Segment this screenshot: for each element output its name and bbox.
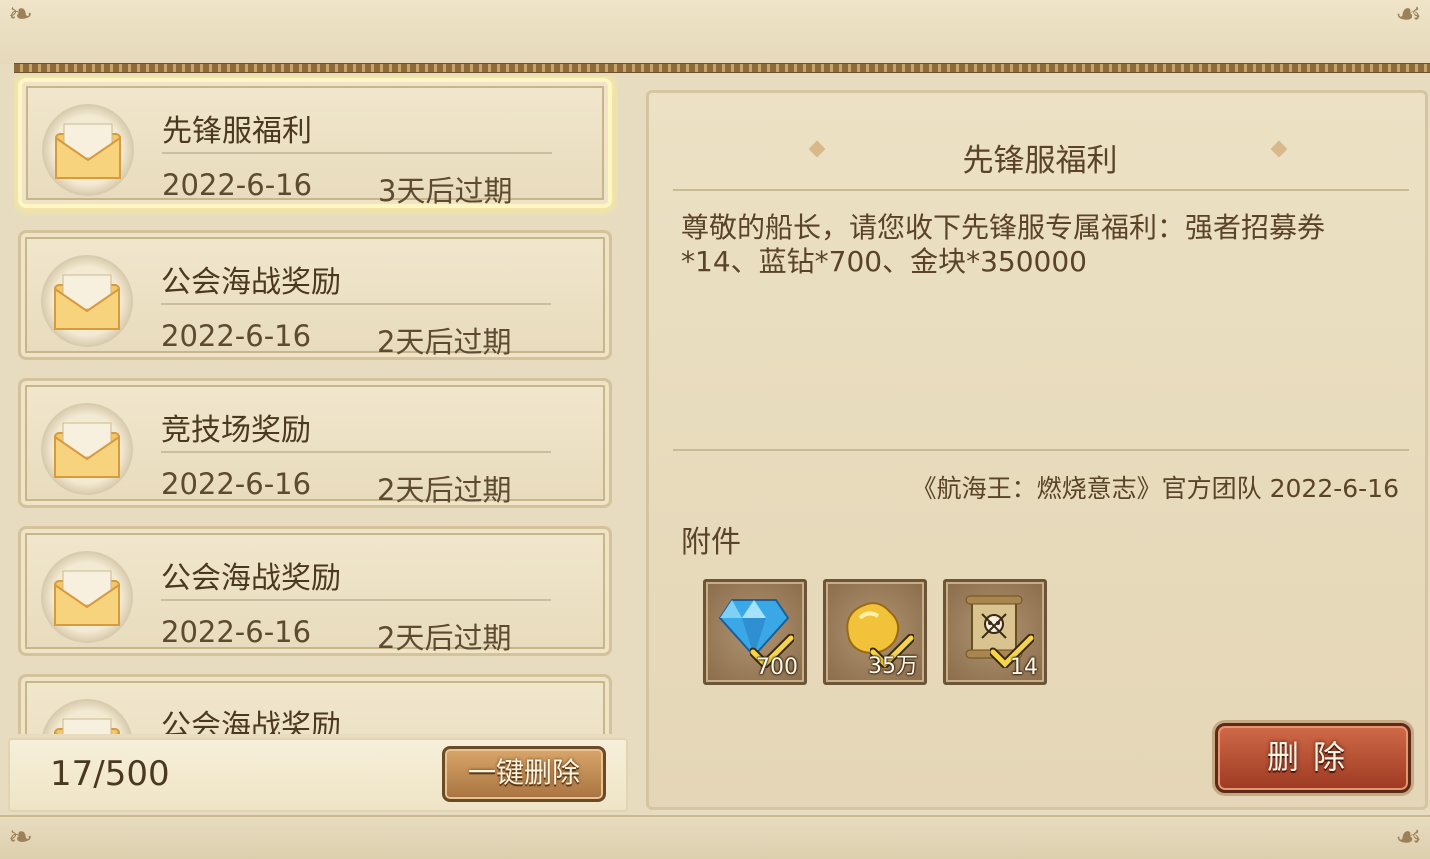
mail-item[interactable]: 先锋服福利 2022-6-16 3天后过期: [18, 78, 612, 208]
attachment-quantity: 700: [756, 655, 798, 680]
detail-divider: [673, 449, 1409, 451]
corner-ornament-icon: ☙: [1395, 820, 1422, 855]
mail-expire: 2天后过期: [377, 621, 512, 655]
attachment-slot[interactable]: 700: [703, 579, 807, 685]
mail-date: 2022-6-16: [161, 467, 312, 501]
corner-ornament-icon: ❧: [8, 820, 34, 855]
mail-item[interactable]: 公会海战奖励: [18, 674, 612, 734]
mail-title: 竞技场奖励: [161, 413, 311, 448]
top-frame: [0, 0, 1430, 64]
detail-divider: [673, 189, 1409, 191]
mail-item[interactable]: 公会海战奖励 2022-6-16 2天后过期: [18, 526, 612, 656]
mail-title: 公会海战奖励: [161, 265, 341, 300]
mail-divider: [161, 303, 551, 305]
mail-item[interactable]: 公会海战奖励 2022-6-16 2天后过期: [18, 230, 612, 360]
envelope-icon: [41, 403, 133, 495]
mail-title: 公会海战奖励: [161, 561, 341, 596]
corner-ornament-icon: ❧: [8, 0, 34, 32]
mail-title: 公会海战奖励: [161, 709, 341, 734]
corner-ornament-icon: ☙: [1395, 0, 1422, 32]
mail-date: 2022-6-16: [161, 615, 312, 649]
attachments-label: 附件: [681, 525, 741, 560]
envelope-icon: [41, 699, 133, 734]
detail-title: 先锋服福利: [962, 143, 1118, 179]
mail-count: 17/500: [50, 754, 170, 794]
mail-detail-panel: 先锋服福利 尊敬的船长，请您收下先锋服专属福利：强者招募券*14、蓝钻*700、…: [646, 90, 1428, 810]
detail-body: 尊敬的船长，请您收下先锋服专属福利：强者招募券*14、蓝钻*700、金块*350…: [681, 211, 1326, 278]
envelope-icon: [41, 255, 133, 347]
attachment-quantity: 35万: [868, 654, 918, 679]
top-rope-divider: [14, 63, 1430, 73]
mail-expire: 2天后过期: [377, 325, 512, 359]
mail-expire: 3天后过期: [378, 174, 513, 208]
delete-all-button[interactable]: 一键删除: [442, 746, 606, 802]
mail-date: 2022-6-16: [161, 319, 312, 353]
attachment-slot[interactable]: 35万: [823, 579, 927, 685]
envelope-icon: [42, 104, 134, 196]
envelope-icon: [41, 551, 133, 643]
mail-expire: 2天后过期: [377, 473, 512, 507]
mail-count-bar: 17/500 一键删除: [8, 738, 628, 812]
attachment-slot[interactable]: 14: [943, 579, 1047, 685]
mail-divider: [161, 599, 551, 601]
mail-title: 先锋服福利: [162, 114, 312, 149]
attachment-quantity: 14: [1010, 655, 1038, 680]
mail-divider: [162, 152, 552, 154]
delete-button[interactable]: 删除: [1215, 723, 1411, 793]
mail-item[interactable]: 竞技场奖励 2022-6-16 2天后过期: [18, 378, 612, 508]
mail-list[interactable]: 先锋服福利 2022-6-16 3天后过期 公会海战奖励 2022-6-16 2…: [14, 76, 618, 734]
mail-divider: [161, 451, 551, 453]
bottom-frame: [0, 815, 1430, 859]
mail-date: 2022-6-16: [162, 168, 313, 202]
detail-signature: 《航海王：燃烧意志》官方团队 2022-6-16: [911, 474, 1399, 503]
